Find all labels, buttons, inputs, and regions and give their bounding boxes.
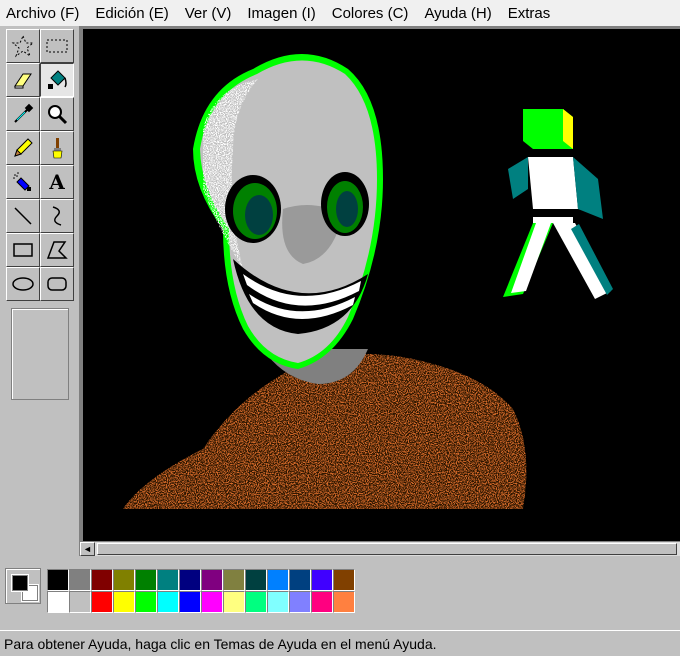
line-icon xyxy=(14,207,32,225)
tool-line[interactable] xyxy=(6,199,40,233)
figure-head xyxy=(193,54,383,369)
tool-rounded-rectangle[interactable] xyxy=(40,267,74,301)
palette-swatches xyxy=(47,569,355,613)
palette-swatch[interactable] xyxy=(223,569,245,591)
tool-eraser[interactable] xyxy=(6,63,40,97)
tool-airbrush[interactable] xyxy=(6,165,40,199)
horizontal-scrollbar[interactable]: ◄ xyxy=(80,541,680,556)
tool-pencil[interactable] xyxy=(6,131,40,165)
tool-rectangle[interactable] xyxy=(6,233,40,267)
rect-select-icon xyxy=(46,39,68,53)
eyedropper-icon xyxy=(14,103,34,123)
palette-swatch[interactable] xyxy=(245,569,267,591)
tool-text[interactable]: A xyxy=(40,165,74,199)
palette-swatch[interactable] xyxy=(91,569,113,591)
palette-swatch[interactable] xyxy=(179,591,201,613)
rounded-rectangle-icon xyxy=(47,277,67,291)
arrow-left-icon: ◄ xyxy=(83,544,92,554)
tool-color-picker[interactable] xyxy=(6,97,40,131)
palette-swatch[interactable] xyxy=(267,591,289,613)
menu-imagen[interactable]: Imagen (I) xyxy=(247,5,315,22)
current-colors xyxy=(5,568,41,604)
menu-colores[interactable]: Colores (C) xyxy=(332,5,409,22)
eraser-icon xyxy=(14,73,32,89)
magnifier-icon xyxy=(48,105,68,125)
color-palette-bar xyxy=(0,556,680,620)
tool-curve[interactable] xyxy=(40,199,74,233)
menu-bar: Archivo (F) Edición (E) Ver (V) Imagen (… xyxy=(0,0,680,26)
palette-swatch[interactable] xyxy=(69,591,91,613)
palette-swatch[interactable] xyxy=(135,591,157,613)
artwork xyxy=(123,54,613,509)
pencil-icon xyxy=(14,138,33,157)
tool-free-select[interactable] xyxy=(6,29,40,63)
tool-options-box[interactable] xyxy=(11,308,69,400)
status-text: Para obtener Ayuda, haga clic en Temas d… xyxy=(4,635,437,652)
text-icon: A xyxy=(49,170,65,194)
palette-swatch[interactable] xyxy=(223,591,245,613)
scroll-left-button[interactable]: ◄ xyxy=(80,542,95,556)
small-figure xyxy=(503,109,613,299)
palette-swatch[interactable] xyxy=(311,569,333,591)
drawing-canvas[interactable] xyxy=(83,29,680,541)
palette-swatch[interactable] xyxy=(333,569,355,591)
palette-swatch[interactable] xyxy=(201,569,223,591)
menu-ver[interactable]: Ver (V) xyxy=(185,5,232,22)
brush-icon xyxy=(52,138,63,159)
curve-icon xyxy=(52,206,62,226)
palette-swatch[interactable] xyxy=(113,569,135,591)
tool-polygon[interactable] xyxy=(40,233,74,267)
palette-swatch[interactable] xyxy=(245,591,267,613)
palette-swatch[interactable] xyxy=(201,591,223,613)
tool-fill[interactable] xyxy=(40,63,74,97)
tool-magnifier[interactable] xyxy=(40,97,74,131)
menu-extras[interactable]: Extras xyxy=(508,5,551,22)
tool-brush[interactable] xyxy=(40,131,74,165)
toolbox: A xyxy=(0,26,80,556)
palette-swatch[interactable] xyxy=(157,591,179,613)
tool-ellipse[interactable] xyxy=(6,267,40,301)
palette-swatch[interactable] xyxy=(311,591,333,613)
menu-archivo[interactable]: Archivo (F) xyxy=(6,5,79,22)
polygon-icon xyxy=(46,241,68,259)
status-bar: Para obtener Ayuda, haga clic en Temas d… xyxy=(0,630,680,656)
palette-swatch[interactable] xyxy=(289,591,311,613)
palette-swatch[interactable] xyxy=(113,591,135,613)
palette-swatch[interactable] xyxy=(47,569,69,591)
palette-swatch[interactable] xyxy=(267,569,289,591)
fill-bucket-icon xyxy=(48,70,67,89)
palette-swatch[interactable] xyxy=(91,591,113,613)
free-select-icon xyxy=(11,34,35,58)
rectangle-icon xyxy=(13,243,33,257)
palette-swatch[interactable] xyxy=(47,591,69,613)
palette-swatch[interactable] xyxy=(135,569,157,591)
tool-rect-select[interactable] xyxy=(40,29,74,63)
tool-grid: A xyxy=(6,29,74,301)
ellipse-icon xyxy=(12,277,34,291)
scroll-thumb[interactable] xyxy=(97,543,677,555)
palette-swatch[interactable] xyxy=(179,569,201,591)
palette-swatch[interactable] xyxy=(157,569,179,591)
airbrush-icon xyxy=(13,172,31,191)
palette-swatch[interactable] xyxy=(69,569,91,591)
menu-edicion[interactable]: Edición (E) xyxy=(95,5,168,22)
menu-ayuda[interactable]: Ayuda (H) xyxy=(424,5,491,22)
foreground-color-swatch xyxy=(12,575,28,591)
palette-swatch[interactable] xyxy=(289,569,311,591)
canvas-area xyxy=(80,26,680,541)
palette-swatch[interactable] xyxy=(333,591,355,613)
